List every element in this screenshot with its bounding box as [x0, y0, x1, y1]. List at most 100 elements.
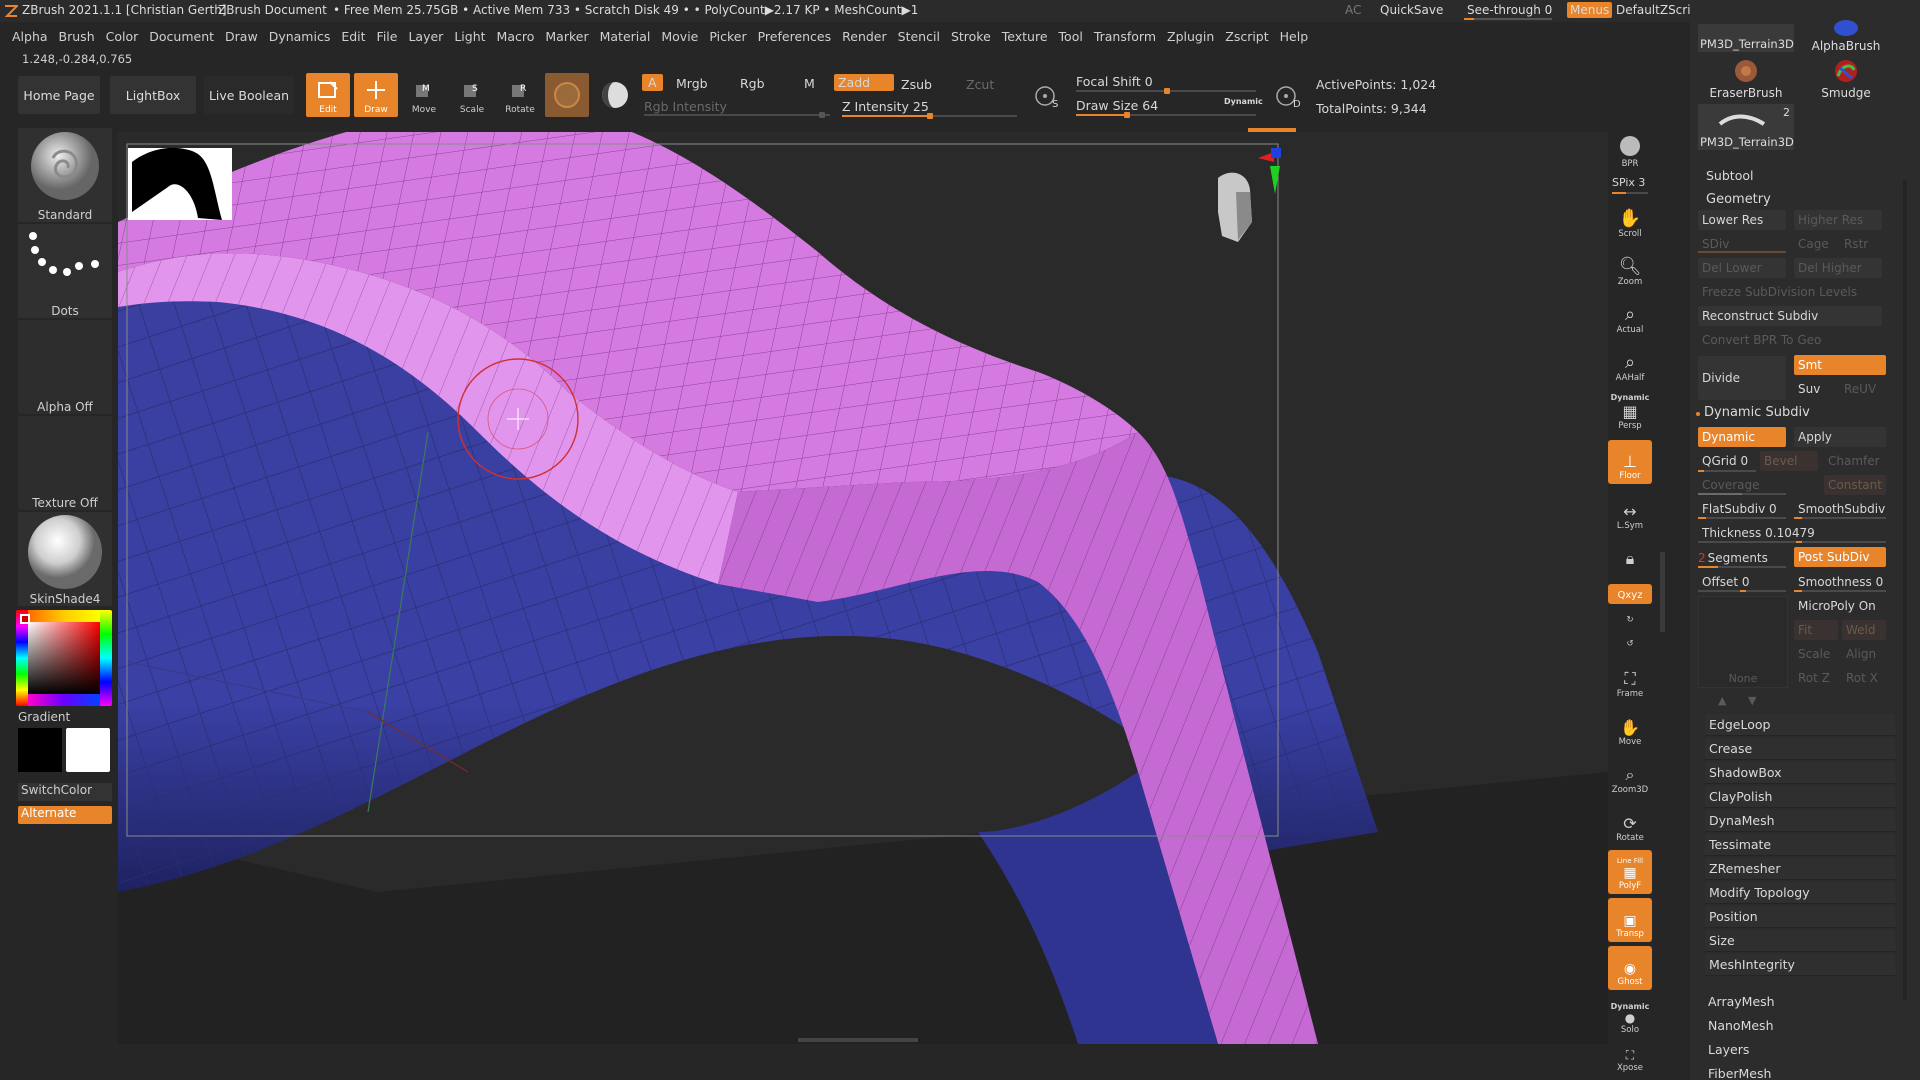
- xyz-symmetry-button[interactable]: Qxyz: [1608, 584, 1652, 604]
- palette-scrollbar[interactable]: [1903, 180, 1907, 1000]
- micropoly-thumbnail[interactable]: None: [1698, 596, 1788, 688]
- divide-button[interactable]: Divide: [1698, 356, 1786, 400]
- zoom3d-button[interactable]: ⌕ Zoom3D: [1608, 754, 1652, 798]
- convert-bpr-button[interactable]: Convert BPR To Geo: [1698, 330, 1882, 350]
- section-crease[interactable]: Crease: [1705, 738, 1895, 760]
- dynamic-toggle[interactable]: Dynamic: [1698, 427, 1786, 447]
- menu-render[interactable]: Render: [842, 29, 887, 44]
- offset-track[interactable]: [1698, 590, 1786, 592]
- rotz-slider[interactable]: Rot Z: [1794, 668, 1838, 688]
- qgrid-track[interactable]: [1698, 470, 1756, 472]
- post-subdiv-toggle[interactable]: Post SubDiv: [1794, 547, 1886, 567]
- lightbox-button[interactable]: LightBox: [110, 76, 196, 114]
- floor-button[interactable]: ⊥ Floor: [1608, 440, 1652, 484]
- del-higher-button[interactable]: Del Higher: [1794, 258, 1882, 278]
- rotate-y-button[interactable]: ↻: [1608, 608, 1652, 628]
- reconstruct-subdiv-button[interactable]: Reconstruct Subdiv: [1698, 306, 1882, 326]
- fit-button[interactable]: Fit: [1794, 620, 1838, 640]
- spix-track[interactable]: [1612, 192, 1648, 194]
- section-fibermesh[interactable]: FiberMesh: [1708, 1062, 1898, 1080]
- menu-dynamics[interactable]: Dynamics: [269, 29, 331, 44]
- bevel-button[interactable]: Bevel: [1760, 451, 1818, 471]
- reuv-button[interactable]: ReUV: [1840, 379, 1886, 399]
- segments-slider[interactable]: 2 Segments: [1698, 548, 1786, 568]
- section-layers[interactable]: Layers: [1708, 1038, 1898, 1060]
- rgb-intensity-track[interactable]: [644, 112, 830, 118]
- section-arraymesh[interactable]: ArrayMesh: [1708, 990, 1898, 1012]
- menu-alpha[interactable]: Alpha: [12, 29, 48, 44]
- weld-button[interactable]: Weld: [1842, 620, 1886, 640]
- menu-layer[interactable]: Layer: [408, 29, 443, 44]
- actual-button[interactable]: ⌕ Actual: [1608, 294, 1652, 338]
- menu-light[interactable]: Light: [454, 29, 485, 44]
- navigation-head-icon[interactable]: [1218, 148, 1281, 242]
- menu-edit[interactable]: Edit: [341, 29, 365, 44]
- menu-brush[interactable]: Brush: [59, 29, 95, 44]
- draw-size-track[interactable]: [1076, 112, 1256, 118]
- alpha-off-button[interactable]: Alpha Off: [18, 320, 112, 414]
- rgb-button[interactable]: Rgb: [740, 76, 765, 91]
- polyf-button[interactable]: Line Fill ▦ PolyF: [1608, 850, 1652, 894]
- apply-button[interactable]: Apply: [1794, 427, 1886, 447]
- section-dynamesh[interactable]: DynaMesh: [1705, 810, 1895, 832]
- aahalf-button[interactable]: ⌕ AAHalf: [1608, 342, 1652, 386]
- edit-mode-button[interactable]: Edit: [306, 73, 350, 117]
- mrgb-button[interactable]: Mrgb: [676, 76, 708, 91]
- dynamic-subdiv-header[interactable]: Dynamic Subdiv: [1704, 405, 1904, 420]
- subtool-section[interactable]: Subtool: [1706, 168, 1906, 183]
- ac-label[interactable]: AC: [1345, 3, 1361, 17]
- menu-file[interactable]: File: [377, 29, 398, 44]
- up-arrow-icon[interactable]: ▲: [1718, 694, 1726, 707]
- live-boolean-button[interactable]: Live Boolean: [204, 76, 294, 114]
- zcut-button[interactable]: Zcut: [966, 77, 994, 92]
- menu-movie[interactable]: Movie: [661, 29, 698, 44]
- material-swatch-button[interactable]: [545, 73, 589, 117]
- brush-standard-button[interactable]: Standard: [18, 128, 112, 222]
- del-lower-button[interactable]: Del Lower: [1698, 258, 1786, 278]
- smoothsubdiv-slider[interactable]: SmoothSubdiv: [1794, 499, 1886, 519]
- rgb-intensity-slider[interactable]: Rgb Intensity: [644, 99, 727, 114]
- canvas-viewport[interactable]: [118, 132, 1608, 1044]
- move-mode-button[interactable]: M Move: [402, 73, 446, 117]
- dynamic-size-toggle[interactable]: Dynamic: [1224, 97, 1263, 106]
- stroke-dots-button[interactable]: Dots: [18, 224, 112, 318]
- micropoly-align-button[interactable]: Align: [1842, 644, 1886, 664]
- geometry-section-header[interactable]: Geometry: [1706, 192, 1906, 207]
- lsym-button[interactable]: ↔ L.Sym: [1608, 490, 1652, 534]
- quicksave-button[interactable]: QuickSave: [1380, 3, 1443, 17]
- persp-button[interactable]: Dynamic ▦ Persp: [1608, 390, 1652, 434]
- menu-material[interactable]: Material: [600, 29, 651, 44]
- micropoly-scale-slider[interactable]: Scale: [1794, 644, 1838, 664]
- scale-mode-button[interactable]: S Scale: [450, 73, 494, 117]
- alternate-button[interactable]: Alternate: [18, 806, 112, 824]
- rotate-mode-button[interactable]: R Rotate: [498, 73, 542, 117]
- coverage-track[interactable]: [1698, 493, 1786, 495]
- chamfer-button[interactable]: Chamfer: [1824, 451, 1886, 471]
- lower-res-button[interactable]: Lower Res: [1698, 210, 1786, 230]
- smoothsubdiv-track[interactable]: [1794, 517, 1886, 519]
- sdiv-track[interactable]: [1698, 251, 1786, 253]
- tool-thumb-pm3d-2[interactable]: 2 PM3D_Terrain3D: [1698, 104, 1794, 150]
- color-wheel-ring-right[interactable]: [100, 610, 112, 706]
- secondary-color-swatch[interactable]: [18, 728, 62, 772]
- constant-button[interactable]: Constant: [1824, 475, 1886, 495]
- menu-texture[interactable]: Texture: [1002, 29, 1048, 44]
- mesh-render[interactable]: [118, 132, 1608, 1044]
- spix-slider[interactable]: SPix 3: [1612, 176, 1645, 189]
- section-modify-topology[interactable]: Modify Topology: [1705, 882, 1895, 904]
- solo-button[interactable]: Dynamic ● Solo: [1608, 994, 1652, 1038]
- tool-thumb-eraserbrush[interactable]: EraserBrush: [1698, 56, 1794, 102]
- suv-toggle[interactable]: Suv: [1794, 379, 1838, 399]
- menu-picker[interactable]: Picker: [709, 29, 746, 44]
- section-tessimate[interactable]: Tessimate: [1705, 834, 1895, 856]
- menu-document[interactable]: Document: [149, 29, 214, 44]
- rotate-view-button[interactable]: ⟳ Rotate: [1608, 802, 1652, 846]
- xpose-button[interactable]: ⛶ Xpose: [1608, 1036, 1652, 1076]
- coverage-slider[interactable]: Coverage: [1698, 475, 1786, 495]
- focal-shift-slider[interactable]: Focal Shift 0: [1076, 74, 1153, 89]
- offset-slider[interactable]: Offset 0: [1698, 572, 1786, 592]
- smt-toggle[interactable]: Smt: [1794, 355, 1886, 375]
- zoom-button[interactable]: 🔍︎ Zoom: [1608, 246, 1652, 290]
- tool-thumb-alphabrush[interactable]: AlphaBrush: [1798, 14, 1894, 54]
- qgrid-slider[interactable]: QGrid 0: [1698, 451, 1756, 471]
